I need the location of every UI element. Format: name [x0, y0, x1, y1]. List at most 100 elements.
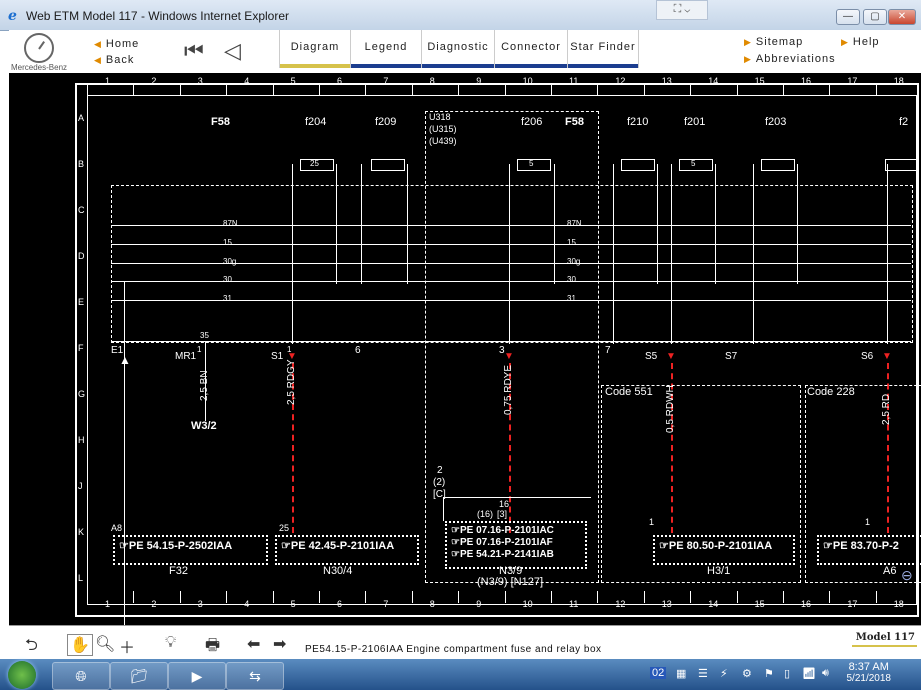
label-f2: f2: [899, 116, 909, 128]
column-number: 18: [893, 599, 904, 609]
row-letter: A: [78, 113, 85, 123]
language-indicator[interactable]: 02: [650, 667, 667, 679]
pe-link[interactable]: ☞PE 54.15-P-2502IAA: [119, 540, 232, 552]
pe-link[interactable]: ☞PE 07.16-P-2101IAC ☞PE 07.16-P-2101IAF …: [451, 525, 554, 560]
ruler-tick: [133, 83, 135, 95]
ruler-tick: [133, 591, 135, 603]
ruler-tick: [597, 83, 599, 95]
arrow-left-icon[interactable]: ⬅: [247, 634, 260, 654]
ruler-tick: [365, 591, 367, 603]
fuse-symbol[interactable]: [761, 159, 795, 171]
bus-label: 15: [567, 238, 576, 247]
volume-icon[interactable]: 🔊︎: [822, 667, 829, 680]
start-button[interactable]: [8, 661, 36, 689]
ruler-tick: [319, 83, 320, 95]
network-icon[interactable]: 📶︎: [802, 667, 816, 680]
pin-label: 1: [865, 517, 871, 527]
pe-link[interactable]: ☞PE 80.50-P-2101IAA: [659, 540, 772, 552]
abbreviations-link[interactable]: ▶ Abbreviations: [744, 53, 836, 65]
sitemap-link[interactable]: ▶ Sitemap: [744, 36, 803, 48]
wiring-diagram[interactable]: 1 2 3 4 5 6 7 8 9 10 11 12 13 14 15 16 17 18 1 2 3 4 5 6 7 8 9 10 1…: [9, 73, 921, 625]
print-icon[interactable]: 🖶: [205, 634, 220, 661]
label-f209: f209: [375, 116, 397, 128]
bus-label: 30g: [223, 257, 237, 266]
column-number: 18: [893, 76, 904, 86]
minimize-button[interactable]: —: [836, 9, 860, 25]
column-number: 17: [847, 76, 858, 86]
lightbulb-icon[interactable]: 💡︎: [165, 634, 176, 652]
home-link[interactable]: ◀ Home: [94, 38, 139, 50]
row-letter: L: [78, 573, 84, 583]
etm-toolbar: Mercedes-Benz ◀ Home ◀ Back ⏮ ◁ Diagram Le…: [9, 30, 921, 74]
exit-icon[interactable]: ⮌: [25, 634, 38, 661]
pe-link-box[interactable]: ☞PE 42.45-P-2101IAA: [275, 535, 419, 565]
first-page-icon[interactable]: ⏮: [184, 38, 204, 64]
ruler-tick: [690, 591, 692, 603]
pe-link-box[interactable]: ☞PE 54.15-P-2502IAA: [113, 535, 268, 565]
column-number: 1: [105, 599, 111, 609]
tab-indicator: [280, 64, 350, 68]
row-letter: C: [78, 205, 85, 215]
column-number: 16: [801, 599, 812, 609]
flag-icon[interactable]: ⚑: [764, 667, 774, 680]
tab-connector[interactable]: Connector: [494, 30, 567, 68]
close-button[interactable]: ✕: [888, 9, 916, 25]
arrow-right-icon[interactable]: ➡: [273, 634, 286, 654]
tray-icon[interactable]: ⚙︎: [742, 667, 752, 680]
ruler-tick: [875, 83, 877, 95]
back-link[interactable]: ◀ Back: [94, 54, 134, 66]
fuse-symbol[interactable]: [371, 159, 405, 171]
tab-diagnostic[interactable]: Diagnostic: [421, 30, 494, 68]
fuse-symbol[interactable]: [885, 159, 919, 171]
bus-label: 87N: [567, 219, 582, 228]
pe-link-box[interactable]: ☞PE 83.70-P-2: [817, 535, 921, 565]
wire: [443, 497, 444, 521]
taskbar-media[interactable]: ▶: [168, 662, 226, 690]
scroll-right-icon[interactable]: ⊖: [901, 567, 913, 584]
fuse-value: 5: [529, 159, 534, 168]
ruler-tick: [365, 83, 367, 95]
tab-legend[interactable]: Legend: [350, 30, 421, 68]
hand-tool-icon[interactable]: ✋: [67, 634, 93, 656]
fuse-symbol[interactable]: [621, 159, 655, 171]
column-number: 15: [754, 599, 765, 609]
column-number: 9: [476, 76, 482, 86]
compat-view-button[interactable]: ⛶ ⌄: [656, 0, 708, 20]
column-number: 15: [754, 76, 765, 86]
taskbar-clock[interactable]: 8:37 AM 5/21/2018: [847, 661, 892, 684]
taskbar-teamviewer[interactable]: ⇆: [226, 662, 284, 690]
pe-link-box[interactable]: ☞PE 07.16-P-2101IAC ☞PE 07.16-P-2101IAF …: [445, 521, 587, 569]
column-number: 6: [337, 76, 343, 86]
ruler-tick: [458, 83, 460, 95]
fuse-symbol[interactable]: 5: [517, 159, 551, 171]
ruler-tick: [875, 591, 877, 603]
previous-page-icon[interactable]: ◁: [224, 38, 241, 64]
maximize-button[interactable]: ▢: [863, 9, 887, 25]
row-letter: D: [78, 251, 85, 261]
zoom-icon[interactable]: 🔍︎: [95, 634, 115, 654]
pe-link[interactable]: ☞PE 83.70-P-2: [823, 540, 899, 552]
wire-label: 2,5 RDGY: [286, 359, 297, 405]
pe-link[interactable]: ☞PE 42.45-P-2101IAA: [281, 540, 394, 552]
tab-star-finder[interactable]: Star Finder: [567, 30, 639, 68]
tray-icon[interactable]: ☰: [698, 667, 708, 680]
brand-logo-text: Mercedes-Benz: [11, 63, 68, 72]
system-tray: 02 ▦ ☰ ⚡︎ ⚙︎ ⚑ ▯ 📶︎ 🔊︎ 8:37 AM 5/21/2018: [646, 659, 921, 690]
ruler-tick: [226, 83, 228, 95]
tray-icon[interactable]: ⚡︎: [720, 667, 728, 680]
fuse-symbol[interactable]: 5: [679, 159, 713, 171]
tab-diagram[interactable]: Diagram: [279, 30, 350, 68]
pe-link-box[interactable]: ☞PE 80.50-P-2101IAA: [653, 535, 795, 565]
taskbar-explorer[interactable]: 📁︎: [110, 662, 168, 690]
help-link[interactable]: ▶ Help: [841, 36, 880, 48]
column-number: 11: [569, 599, 579, 609]
crosshair-icon[interactable]: ＋: [119, 634, 135, 658]
fuse-symbol[interactable]: 25: [300, 159, 334, 171]
tray-icon[interactable]: ▦: [676, 667, 686, 680]
ruler-tick: [272, 83, 274, 95]
column-number: 14: [708, 599, 719, 609]
taskbar-ie[interactable]: 🌐︎: [52, 662, 110, 690]
battery-icon[interactable]: ▯: [784, 667, 790, 680]
column-number: 12: [615, 599, 626, 609]
column-number: 7: [383, 599, 389, 609]
